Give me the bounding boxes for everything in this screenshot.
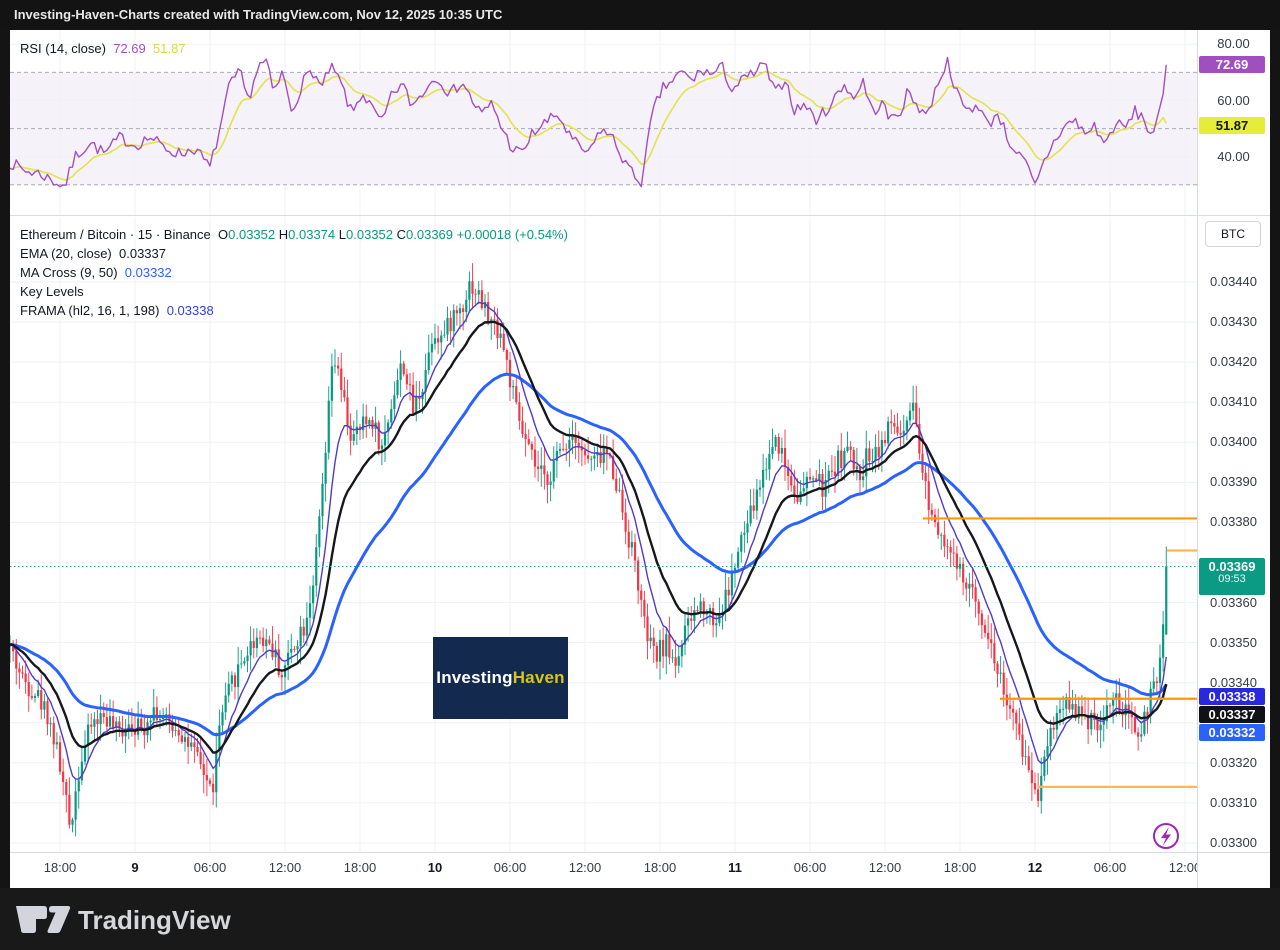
time-axis-label: 10	[428, 853, 442, 883]
price-axis-label: 0.03350	[1197, 635, 1270, 651]
ohlc-value: 0.03352	[228, 227, 275, 242]
chart-title: Investing-Haven-Charts created with Trad…	[14, 7, 502, 22]
time-axis-label: 06:00	[1094, 853, 1127, 883]
price-axis-label: 0.03310	[1197, 795, 1270, 811]
ohlc-key: O	[218, 227, 228, 242]
price-badge: 0.0336909:53	[1199, 558, 1265, 595]
ohlc-key: C	[397, 227, 406, 242]
time-axis-label: 18:00	[44, 853, 77, 883]
time-axis-label: 12:00	[569, 853, 602, 883]
change-value: +0.00018 (+0.54%)	[457, 227, 568, 242]
indicator-label: FRAMA (hl2, 16, 1, 198)	[20, 303, 159, 318]
symbol-name: Ethereum / Bitcoin · 15 · Binance	[20, 227, 211, 242]
rsi-ma-value: 51.87	[153, 41, 186, 56]
chart-canvas[interactable]	[10, 30, 1270, 888]
price-axis-label: 0.03390	[1197, 474, 1270, 490]
tradingview-logo-text: TradingView	[78, 905, 231, 935]
rsi-axis-label: 60.00	[1197, 93, 1270, 109]
rsi-legend-label: RSI (14, close)	[20, 41, 106, 56]
price-badge: 0.03338	[1199, 688, 1265, 705]
price-axis[interactable]: 80.00 60.00 40.00 0.03440 0.03430 0.03420 0.03…	[1197, 30, 1270, 853]
countdown-timer: 09:53	[1199, 573, 1265, 586]
indicator-legend-row[interactable]: MA Cross (9, 50) 0.03332	[20, 263, 568, 282]
chart-title-bar: Investing-Haven-Charts created with Trad…	[0, 0, 1280, 30]
time-axis-label: 18:00	[344, 853, 377, 883]
price-axis-label: 0.03320	[1197, 755, 1270, 771]
time-axis-label: 18:00	[644, 853, 677, 883]
tradingview-logo-t	[16, 906, 47, 933]
watermark-text-investing: Investing	[436, 668, 512, 688]
investinghaven-watermark: InvestingHaven	[433, 637, 568, 719]
indicator-label: MA Cross (9, 50)	[20, 265, 118, 280]
tradingview-logo[interactable]: TradingView	[12, 898, 242, 942]
indicator-value: 0.03337	[119, 246, 166, 261]
indicator-value: 0.03338	[167, 303, 214, 318]
time-axis-label: 06:00	[794, 853, 827, 883]
time-axis-label: 12	[1028, 853, 1042, 883]
indicator-label: EMA (20, close)	[20, 246, 112, 261]
indicator-label: Key Levels	[20, 284, 84, 299]
price-badge: 0.03332	[1199, 724, 1265, 741]
price-axis-label: 0.03410	[1197, 394, 1270, 410]
time-axis-label: 12:00	[869, 853, 902, 883]
ohlc-value: 0.03352	[346, 227, 393, 242]
time-axis-label: 18:00	[944, 853, 977, 883]
indicator-legend-row[interactable]: Key Levels	[20, 282, 568, 301]
rsi-legend[interactable]: RSI (14, close) 72.69 51.87	[20, 41, 186, 56]
tradingview-logo-7	[48, 906, 71, 933]
ohlc-key: L	[339, 227, 346, 242]
time-axis-label: 06:00	[194, 853, 227, 883]
indicator-legend-row[interactable]: FRAMA (hl2, 16, 1, 198) 0.03338	[20, 301, 568, 320]
time-axis-label: 06:00	[494, 853, 527, 883]
time-axis-label: 12:00	[1169, 853, 1197, 883]
price-axis-label: 0.03380	[1197, 514, 1270, 530]
price-axis-label: 0.03430	[1197, 314, 1270, 330]
ohlc-value: 0.03369	[406, 227, 453, 242]
symbol-legend-row: Ethereum / Bitcoin · 15 · Binance O0.033…	[20, 225, 568, 244]
watermark-text-haven: Haven	[513, 668, 565, 688]
indicator-value: 0.03332	[125, 265, 172, 280]
price-badge: 0.03337	[1199, 706, 1265, 723]
ohlc-value: 0.03374	[288, 227, 335, 242]
price-axis-label: 0.03440	[1197, 274, 1270, 290]
rsi-badge: 51.87	[1199, 117, 1265, 134]
time-axis[interactable]: 12:00 18:00 9 06:00 12:00 18:00 10 06:00 12:00 18…	[10, 853, 1197, 887]
time-axis-label: 12:00	[269, 853, 302, 883]
rsi-badge: 72.69	[1199, 56, 1265, 73]
rsi-axis-label: 40.00	[1197, 149, 1270, 165]
time-axis-label: 11	[728, 853, 742, 883]
price-axis-label: 0.03420	[1197, 354, 1270, 370]
rsi-value: 72.69	[113, 41, 146, 56]
rsi-axis-label: 80.00	[1197, 36, 1270, 52]
ohlc-key: H	[279, 227, 288, 242]
tradingview-chart-window: { "header": {"title": "Investing-Haven-C…	[0, 0, 1280, 950]
price-axis-label: 0.03300	[1197, 835, 1270, 851]
price-axis-label: 0.03360	[1197, 595, 1270, 611]
main-legend[interactable]: Ethereum / Bitcoin · 15 · Binance O0.033…	[20, 225, 568, 320]
price-axis-label: 0.03400	[1197, 434, 1270, 450]
time-axis-label: 9	[131, 853, 138, 883]
indicator-legend-row[interactable]: EMA (20, close) 0.03337	[20, 244, 568, 263]
currency-toggle-button[interactable]: BTC	[1205, 221, 1261, 247]
